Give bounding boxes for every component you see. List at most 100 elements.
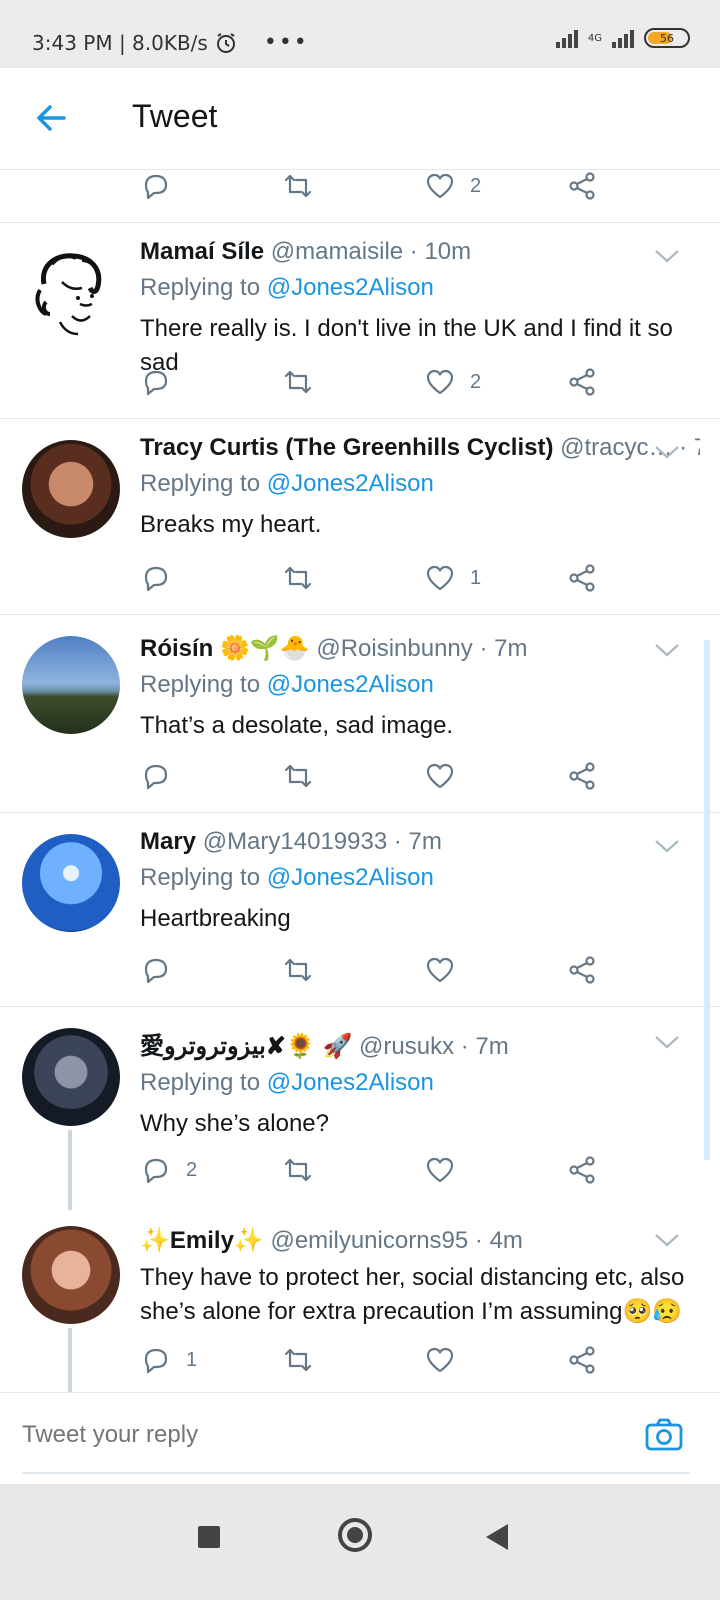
- reply-icon: [144, 1348, 168, 1374]
- share-icon: [569, 172, 595, 200]
- retweet-button[interactable]: [282, 1344, 314, 1376]
- recents-button[interactable]: [198, 1526, 220, 1548]
- tweet-body: Róisín 🌼🌱🐣 @Roisinbunny · 7m Replying to…: [140, 634, 700, 743]
- camera-icon[interactable]: [644, 1415, 684, 1455]
- battery-icon: 56: [644, 28, 690, 48]
- tweet-header: Mary @Mary14019933 · 7m: [140, 828, 700, 856]
- tweet-header: ✨Emily✨ @emilyunicorns95 · 4m: [140, 1226, 700, 1255]
- share-button[interactable]: [566, 366, 598, 398]
- author-name[interactable]: Róisín 🌼🌱🐣: [140, 635, 310, 662]
- reply-icon: [144, 174, 168, 200]
- chevron-down-icon[interactable]: [654, 248, 680, 264]
- tweet-body: ✨Emily✨ @emilyunicorns95 · 4m They have …: [140, 1226, 700, 1329]
- status-left: 3:43 PM | 8.0KB/s •••: [32, 30, 309, 55]
- like-count: 2: [470, 174, 482, 197]
- tweet-header: Róisín 🌼🌱🐣 @Roisinbunny · 7m: [140, 634, 700, 663]
- avatar[interactable]: [22, 440, 120, 538]
- reply-count: 1: [186, 1348, 198, 1371]
- retweet-button[interactable]: [282, 562, 314, 594]
- reply-icon: [144, 566, 168, 592]
- author-handle: @emilyunicorns95 · 4m: [270, 1227, 523, 1254]
- reply-button[interactable]: 2: [140, 1154, 197, 1186]
- retweet-icon: [284, 1158, 312, 1182]
- like-button[interactable]: 2: [424, 366, 481, 398]
- share-icon: [569, 762, 595, 790]
- replying-to: Replying to @Jones2Alison: [140, 671, 434, 698]
- tweet-header: Mamaí Síle @mamaisile · 10m: [140, 238, 700, 266]
- author-handle: @Roisinbunny · 7m: [316, 635, 528, 662]
- heart-icon: [426, 369, 454, 395]
- reply-tweet[interactable]: ✨Emily✨ @emilyunicorns95 · 4m They have …: [0, 1206, 720, 1392]
- tweet-text: That’s a desolate, sad image.: [140, 712, 454, 739]
- author-name[interactable]: Tracy Curtis (The Greenhills Cyclist): [140, 434, 553, 461]
- like-button[interactable]: [424, 1344, 456, 1376]
- share-button[interactable]: [566, 170, 598, 202]
- share-icon: [569, 1346, 595, 1374]
- mention-link[interactable]: @Jones2Alison: [267, 1069, 434, 1096]
- back-arrow-icon[interactable]: [30, 96, 74, 140]
- scrollbar[interactable]: [704, 640, 710, 1160]
- retweet-button[interactable]: [282, 954, 314, 986]
- avatar[interactable]: [22, 1028, 120, 1126]
- chevron-down-icon[interactable]: [654, 642, 680, 658]
- mention-link[interactable]: @Jones2Alison: [267, 671, 434, 698]
- reply-composer: [0, 1392, 720, 1484]
- reply-button[interactable]: [140, 954, 172, 986]
- reply-tweet[interactable]: 愛ترو‎ترو‎بيزو‎✘🌻 🚀 @rusukx · 7m Replying…: [0, 1006, 720, 1210]
- status-right: 4G 56: [555, 28, 690, 48]
- heart-icon: [426, 1157, 454, 1183]
- author-name[interactable]: Mary: [140, 828, 196, 855]
- mention-link[interactable]: @Jones2Alison: [267, 864, 434, 891]
- chevron-down-icon[interactable]: [654, 444, 680, 460]
- reply-input[interactable]: [22, 1421, 332, 1449]
- share-button[interactable]: [566, 562, 598, 594]
- retweet-icon: [284, 566, 312, 590]
- chevron-down-icon[interactable]: [654, 1034, 680, 1050]
- like-button[interactable]: 2: [424, 170, 481, 202]
- reply-button[interactable]: [140, 562, 172, 594]
- retweet-button[interactable]: [282, 170, 314, 202]
- retweet-icon: [284, 764, 312, 788]
- reply-tweet[interactable]: Mary @Mary14019933 · 7m Replying to @Jon…: [0, 812, 720, 1006]
- reply-tweet[interactable]: Mamaí Síle @mamaisile · 10m Replying to …: [0, 222, 720, 418]
- reply-button[interactable]: 1: [140, 1344, 197, 1376]
- thread-connector: [68, 1328, 72, 1392]
- like-button[interactable]: [424, 954, 470, 986]
- alarm-icon: [216, 32, 235, 53]
- avatar[interactable]: [22, 636, 120, 734]
- like-button[interactable]: 1: [424, 562, 481, 594]
- mention-link[interactable]: @Jones2Alison: [267, 274, 434, 301]
- author-name[interactable]: Mamaí Síle: [140, 238, 264, 265]
- mention-link[interactable]: @Jones2Alison: [267, 470, 434, 497]
- reply-icon: [144, 1158, 168, 1184]
- back-button[interactable]: [486, 1524, 508, 1550]
- retweet-button[interactable]: [282, 760, 314, 792]
- reply-tweet[interactable]: Tracy Curtis (The Greenhills Cyclist) @t…: [0, 418, 720, 614]
- tweet-text: Why she’s alone?: [140, 1110, 329, 1137]
- home-button[interactable]: [338, 1518, 372, 1552]
- replying-to: Replying to @Jones2Alison: [140, 1069, 434, 1096]
- tweet-actions: [140, 950, 660, 990]
- share-button[interactable]: [566, 954, 598, 986]
- author-name[interactable]: ✨Emily✨: [140, 1227, 264, 1254]
- reply-tweet[interactable]: Róisín 🌼🌱🐣 @Roisinbunny · 7m Replying to…: [0, 614, 720, 812]
- like-button[interactable]: [424, 1154, 456, 1186]
- reply-button[interactable]: [140, 366, 172, 398]
- like-button[interactable]: [424, 760, 470, 792]
- avatar[interactable]: [22, 1226, 120, 1324]
- avatar[interactable]: [22, 244, 120, 342]
- replying-to: Replying to @Jones2Alison: [140, 274, 434, 301]
- avatar[interactable]: [22, 834, 120, 932]
- chevron-down-icon[interactable]: [654, 838, 680, 854]
- share-button[interactable]: [566, 1154, 598, 1186]
- retweet-icon: [284, 1348, 312, 1372]
- retweet-button[interactable]: [282, 1154, 314, 1186]
- share-button[interactable]: [566, 760, 598, 792]
- share-button[interactable]: [566, 1344, 598, 1376]
- status-dots: •••: [263, 30, 309, 55]
- chevron-down-icon[interactable]: [654, 1232, 680, 1248]
- retweet-button[interactable]: [282, 366, 314, 398]
- reply-button[interactable]: [140, 170, 172, 202]
- reply-button[interactable]: [140, 760, 172, 792]
- author-name[interactable]: 愛ترو‎ترو‎بيزو‎✘🌻 🚀: [140, 1033, 352, 1060]
